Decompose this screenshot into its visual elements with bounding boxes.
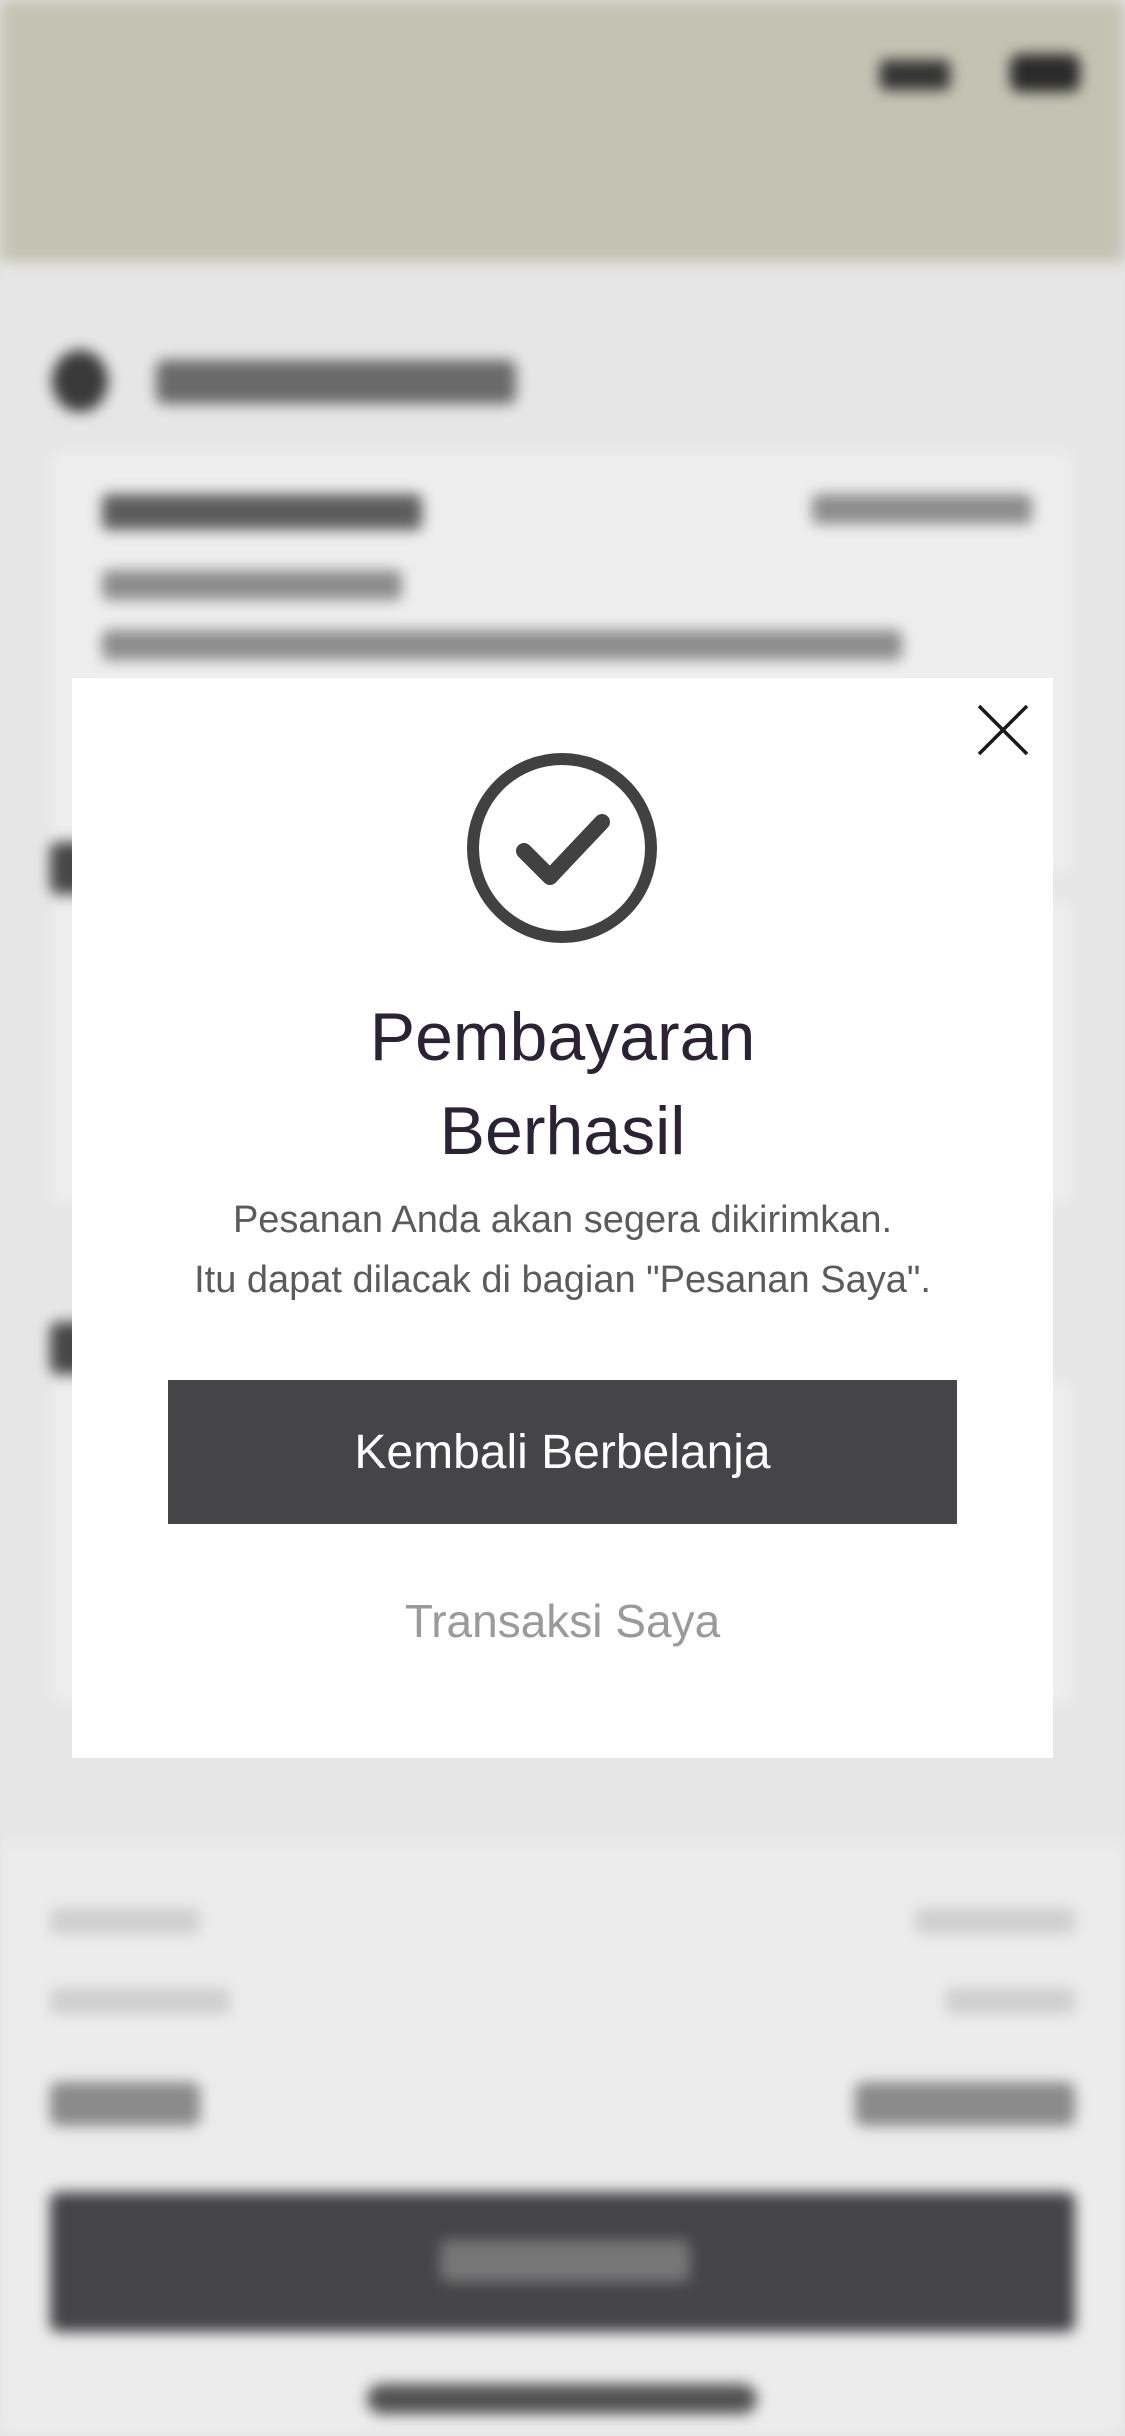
message-line-1: Pesanan Anda akan segera dikirimkan. xyxy=(232,1199,893,1241)
dialog-title: Pembayaran Berhasil xyxy=(72,990,1053,1178)
battery-icon xyxy=(1010,54,1080,92)
status-time-blurred xyxy=(100,50,114,96)
message-line-2: Itu dapat dilacak di bagian "Pesanan Say… xyxy=(194,1259,931,1301)
status-icons-blurred xyxy=(880,48,1080,94)
continue-shopping-button[interactable]: Kembali Berbelanja xyxy=(168,1380,957,1524)
location-pin-icon xyxy=(52,350,108,412)
my-transactions-link[interactable]: Transaksi Saya xyxy=(72,1594,1053,1648)
blur-line xyxy=(945,1988,1075,2014)
page-title-blurred xyxy=(0,138,1125,206)
blur-line xyxy=(812,494,1032,524)
home-indicator xyxy=(367,2384,757,2414)
close-icon xyxy=(977,704,1029,756)
blur-line xyxy=(102,630,902,660)
blur-line xyxy=(102,570,402,600)
title-line-2: Berhasil xyxy=(439,1093,686,1169)
heading-text-blurred xyxy=(156,360,516,404)
blur-line xyxy=(102,494,422,530)
blur-line xyxy=(915,1908,1075,1934)
dialog-message: Pesanan Anda akan segera dikirimkan. Itu… xyxy=(72,1190,1053,1310)
total-label-blurred xyxy=(50,2082,200,2126)
close-button[interactable] xyxy=(973,700,1033,760)
total-value-blurred xyxy=(855,2082,1075,2126)
title-line-1: Pembayaran xyxy=(369,999,756,1075)
blur-line xyxy=(50,1988,230,2014)
payment-success-dialog: Pembayaran Berhasil Pesanan Anda akan se… xyxy=(72,678,1053,1758)
signal-icon xyxy=(880,60,950,90)
pay-button-blurred xyxy=(50,2192,1075,2332)
pay-button-text-blurred xyxy=(440,2240,690,2282)
blur-line xyxy=(50,1908,200,1934)
order-summary xyxy=(0,1842,1125,2436)
app-header xyxy=(0,0,1125,262)
check-circle-icon xyxy=(464,750,660,946)
